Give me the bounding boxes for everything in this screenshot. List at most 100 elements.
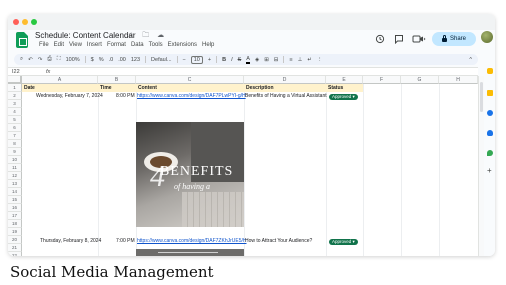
paint-format-icon[interactable]: ⛶ xyxy=(57,56,61,63)
keep-icon[interactable] xyxy=(487,90,493,96)
menu-view[interactable]: View xyxy=(69,42,82,48)
column-header-h[interactable]: H xyxy=(439,76,478,84)
row-header[interactable]: 6 xyxy=(8,124,22,132)
tasks-icon[interactable] xyxy=(487,110,493,116)
menu-extensions[interactable]: Extensions xyxy=(168,42,197,48)
video-call-icon[interactable] xyxy=(412,34,426,44)
font-size-input[interactable]: 10 xyxy=(190,55,203,64)
row-header[interactable]: 11 xyxy=(8,164,22,172)
column-header-g[interactable]: G xyxy=(401,76,439,84)
font-select[interactable]: Defaul... xyxy=(151,57,171,63)
column-header-b[interactable]: B xyxy=(98,76,136,84)
valign-icon[interactable]: ⊥ xyxy=(298,57,303,63)
column-header-e[interactable]: E xyxy=(326,76,363,84)
menu-format[interactable]: Format xyxy=(107,42,126,48)
decrease-decimal-button[interactable]: .0 xyxy=(109,57,114,63)
document-title[interactable]: Schedule: Content Calendar xyxy=(35,31,136,40)
search-menus-icon[interactable]: ⌕ xyxy=(20,56,23,63)
column-header-d[interactable]: D xyxy=(244,76,326,84)
menu-help[interactable]: Help xyxy=(202,42,214,48)
increase-decimal-button[interactable]: .00 xyxy=(118,57,126,63)
column-header-f[interactable]: F xyxy=(363,76,401,84)
entry-1-date[interactable]: Wednesday, February 7, 2024 xyxy=(36,93,103,100)
entry-2-time[interactable]: 7:00 PM xyxy=(116,238,135,245)
row-header[interactable]: 20 xyxy=(8,236,22,244)
row-header[interactable]: 22 xyxy=(8,252,22,256)
row-header[interactable]: 2 xyxy=(8,92,22,100)
strikethrough-button[interactable]: S xyxy=(238,57,242,63)
redo-icon[interactable]: ↷ xyxy=(38,57,43,63)
maximize-window-button[interactable] xyxy=(31,19,37,25)
entry-2-content-link[interactable]: https://www.canva.com/design/DAF7ZKhJrUE… xyxy=(137,238,247,245)
share-button[interactable]: Share xyxy=(432,32,476,46)
wrap-icon[interactable]: ↵ xyxy=(307,57,312,63)
content-thumbnail-audience[interactable] xyxy=(136,249,244,256)
more-options-icon[interactable]: ⋮ xyxy=(317,57,323,63)
header-status[interactable]: Status xyxy=(326,84,343,92)
text-color-button[interactable]: A xyxy=(246,56,250,64)
undo-icon[interactable]: ↶ xyxy=(28,57,33,63)
align-icon[interactable]: ≡ xyxy=(289,57,292,63)
content-thumbnail-benefits[interactable]: 4 BENEFITS of having a xyxy=(136,122,244,227)
contacts-icon[interactable] xyxy=(487,130,493,136)
maps-icon[interactable] xyxy=(487,150,493,156)
row-header[interactable]: 15 xyxy=(8,196,22,204)
entry-2-description[interactable]: How to Attract Your Audience? xyxy=(245,238,312,245)
column-header-a[interactable]: A xyxy=(22,76,98,84)
row-header[interactable]: 9 xyxy=(8,148,22,156)
number-format-button[interactable]: 123 xyxy=(131,57,140,63)
comment-icon[interactable] xyxy=(394,34,404,44)
menu-edit[interactable]: Edit xyxy=(54,42,64,48)
menu-file[interactable]: File xyxy=(39,42,49,48)
row-header[interactable]: 1 xyxy=(8,84,22,92)
row-header[interactable]: 10 xyxy=(8,156,22,164)
row-header[interactable]: 3 xyxy=(8,100,22,108)
minimize-window-button[interactable] xyxy=(22,19,28,25)
zoom-select[interactable]: 100% xyxy=(66,57,80,63)
bold-button[interactable]: B xyxy=(222,57,226,63)
header-description[interactable]: Description xyxy=(244,84,274,92)
avatar[interactable] xyxy=(481,31,493,43)
row-header[interactable]: 18 xyxy=(8,220,22,228)
star-move-cloud-icons[interactable]: ☆ 🗀 ☁ xyxy=(128,31,167,42)
menu-data[interactable]: Data xyxy=(131,42,144,48)
row-header[interactable]: 19 xyxy=(8,228,22,236)
row-header[interactable]: 13 xyxy=(8,180,22,188)
history-icon[interactable] xyxy=(375,34,385,44)
entry-1-description[interactable]: Benefits of Having a Virtual Assistant xyxy=(245,93,327,100)
row-header[interactable]: 8 xyxy=(8,140,22,148)
row-header[interactable]: 14 xyxy=(8,188,22,196)
font-size-increase[interactable]: + xyxy=(208,57,211,63)
status-badge[interactable]: Approved ▾ xyxy=(329,239,358,245)
fill-color-icon[interactable]: ◈ xyxy=(255,57,259,63)
row-header[interactable]: 4 xyxy=(8,108,22,116)
scrollbar-thumb[interactable] xyxy=(480,82,483,112)
header-time[interactable]: Time xyxy=(98,84,112,92)
print-icon[interactable]: ⎙ xyxy=(47,56,51,63)
row-header[interactable]: 21 xyxy=(8,244,22,252)
entry-1-time[interactable]: 8:00 PM xyxy=(116,93,135,100)
spreadsheet-grid[interactable]: A B C D E F G H Date Time Content Descri… xyxy=(8,76,478,256)
status-badge[interactable]: Approved ▾ xyxy=(329,94,358,100)
row-header[interactable]: 12 xyxy=(8,172,22,180)
entry-2-date[interactable]: Thursday, February 8, 2024 xyxy=(40,238,101,245)
row-header[interactable]: 7 xyxy=(8,132,22,140)
row-header[interactable]: 5 xyxy=(8,116,22,124)
select-all-corner[interactable] xyxy=(8,76,22,84)
add-addon-icon[interactable]: + xyxy=(487,166,492,175)
borders-icon[interactable]: ⊞ xyxy=(264,57,269,63)
header-date[interactable]: Date xyxy=(22,84,35,92)
percent-format-button[interactable]: % xyxy=(99,57,104,63)
row-header[interactable]: 17 xyxy=(8,212,22,220)
menu-insert[interactable]: Insert xyxy=(87,42,102,48)
header-content[interactable]: Content xyxy=(136,84,157,92)
currency-format-button[interactable]: $ xyxy=(91,57,94,63)
menu-tools[interactable]: Tools xyxy=(149,42,163,48)
row-header[interactable]: 16 xyxy=(8,204,22,212)
sheets-logo-icon[interactable] xyxy=(16,32,28,48)
name-box[interactable]: I22 xyxy=(12,69,20,75)
calendar-icon[interactable] xyxy=(487,68,493,74)
merge-cells-icon[interactable]: ⊟ xyxy=(274,57,279,63)
font-size-decrease[interactable]: − xyxy=(183,57,186,63)
collapse-toolbar-icon[interactable]: ^ xyxy=(469,57,478,63)
